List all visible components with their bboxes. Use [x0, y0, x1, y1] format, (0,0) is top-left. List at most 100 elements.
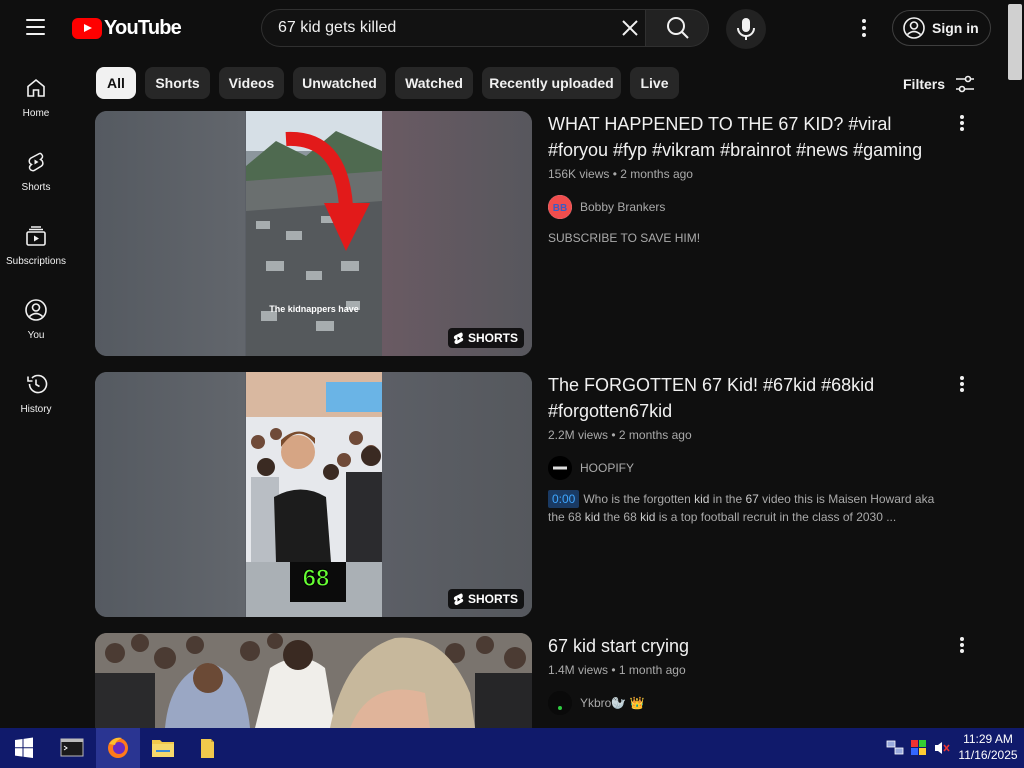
search-input[interactable]: [278, 10, 598, 46]
settings-more-button[interactable]: [852, 14, 876, 42]
clock-time: 11:29 AM: [963, 732, 1013, 746]
video-info: The FORGOTTEN 67 Kid! #67kid #68kid #for…: [548, 372, 948, 526]
chip-live[interactable]: Live: [630, 67, 679, 99]
you-icon: [25, 299, 47, 321]
video-menu-button[interactable]: [950, 113, 974, 135]
search-button[interactable]: [645, 9, 709, 47]
more-vert-icon: [960, 376, 964, 392]
sidebar-item-label: Home: [22, 108, 50, 119]
thumbnail-caption: The kidnappers have: [269, 304, 359, 314]
folder-icon: [152, 740, 174, 757]
display-icon[interactable]: [910, 739, 928, 757]
more-vert-icon: [862, 19, 866, 37]
channel-link[interactable]: BB Bobby Brankers: [548, 195, 948, 219]
video-title[interactable]: WHAT HAPPENED TO THE 67 KID? #viral #for…: [548, 111, 948, 163]
taskbar-clock[interactable]: 11:29 AM 11/16/2025: [958, 731, 1018, 763]
shorts-icon: [28, 152, 44, 172]
terminal-icon: [60, 738, 84, 757]
microphone-icon: [737, 18, 755, 40]
youtube-logo[interactable]: YouTube: [72, 16, 182, 40]
chip-all[interactable]: All: [96, 67, 136, 99]
sidebar-item-label: History: [20, 404, 52, 415]
history-icon: [27, 374, 48, 394]
thumbnail-image: 68: [246, 372, 382, 617]
taskbar-notes[interactable]: [185, 728, 229, 768]
sign-in-label: Sign in: [932, 20, 979, 36]
more-vert-icon: [960, 115, 964, 131]
video-menu-button[interactable]: [950, 635, 974, 657]
windows-taskbar: 11:29 AM 11/16/2025: [0, 728, 1024, 768]
logo-text: YouTube: [104, 16, 182, 39]
windows-logo-icon: [15, 737, 33, 758]
filters-label: Filters: [903, 76, 946, 92]
guide-menu-button[interactable]: [18, 14, 54, 42]
account-circle-icon: [903, 17, 925, 39]
shorts-badge: SHORTS: [447, 328, 524, 348]
shorts-badge: SHORTS: [447, 589, 524, 609]
channel-name: Bobby Brankers: [580, 200, 666, 214]
video-thumbnail[interactable]: 68 SHORTS: [95, 372, 532, 617]
taskbar-terminal[interactable]: [50, 728, 94, 768]
sidebar-item-history[interactable]: History: [4, 352, 68, 424]
channel-link[interactable]: HOOPIFY: [548, 456, 948, 480]
scrollbar-thumb[interactable]: [1008, 4, 1022, 80]
sidebar-item-home[interactable]: Home: [4, 56, 68, 128]
volume-muted-icon[interactable]: [933, 740, 951, 756]
video-title[interactable]: The FORGOTTEN 67 Kid! #67kid #68kid #for…: [548, 372, 948, 424]
sign-in-button[interactable]: Sign in: [892, 10, 991, 46]
view-count: 2.2M views: [548, 428, 609, 442]
firefox-icon: [108, 737, 128, 758]
view-count: 156K views: [548, 167, 610, 181]
youtube-play-icon: [72, 17, 102, 39]
network-icon[interactable]: [886, 740, 904, 756]
video-metadata: 2.2M views • 2 months ago: [548, 428, 692, 442]
badge-label: SHORTS: [467, 592, 518, 606]
thumbnail-caption: 68: [303, 565, 330, 592]
sidebar-item-shorts[interactable]: Shorts: [4, 130, 68, 202]
video-description: SUBSCRIBE TO SAVE HIM!: [548, 231, 701, 245]
video-metadata: 156K views • 2 months ago: [548, 167, 693, 181]
clear-search-button[interactable]: [615, 13, 645, 43]
video-title[interactable]: 67 kid start crying: [548, 633, 948, 659]
sidebar-item-subscriptions[interactable]: Subscriptions: [4, 204, 68, 276]
video-thumbnail[interactable]: The kidnappers have SHORTS: [95, 111, 532, 356]
svg-text:BB: BB: [553, 203, 567, 214]
video-description: 0:00 Who is the forgotten kid in the 67 v…: [548, 490, 935, 524]
sidebar-item-label: You: [27, 330, 45, 341]
chip-videos[interactable]: Videos: [219, 67, 284, 99]
search-icon: [667, 17, 689, 39]
note-icon: [201, 739, 214, 758]
thumbnail-image: The kidnappers have: [246, 111, 382, 356]
upload-age: 2 months ago: [618, 428, 692, 442]
hamburger-icon: [26, 19, 45, 21]
video-thumbnail[interactable]: [95, 633, 532, 728]
subscriptions-icon: [26, 226, 46, 246]
filters-button[interactable]: Filters: [903, 70, 977, 98]
channel-name: HOOPIFY: [580, 461, 635, 475]
taskbar-file-explorer[interactable]: [141, 728, 185, 768]
video-info: WHAT HAPPENED TO THE 67 KID? #viral #for…: [548, 111, 948, 247]
channel-link[interactable]: Ykbro🦭 👑: [548, 691, 948, 715]
sidebar-item-label: Shorts: [21, 182, 51, 193]
video-menu-button[interactable]: [950, 374, 974, 396]
more-vert-icon: [960, 637, 964, 653]
page-scrollbar[interactable]: [1008, 0, 1024, 728]
chip-shorts[interactable]: Shorts: [145, 67, 210, 99]
shorts-icon: [453, 331, 464, 344]
chapter-timestamp[interactable]: 0:00: [548, 490, 580, 508]
view-count: 1.4M views: [548, 663, 609, 677]
chip-recently-uploaded[interactable]: Recently uploaded: [482, 67, 621, 99]
sidebar-item-you[interactable]: You: [4, 278, 68, 350]
channel-avatar: [548, 691, 572, 715]
chip-unwatched[interactable]: Unwatched: [293, 67, 386, 99]
tune-icon: [956, 75, 975, 93]
start-button[interactable]: [2, 728, 46, 768]
voice-search-button[interactable]: [726, 9, 766, 49]
taskbar-firefox[interactable]: [96, 728, 140, 768]
sidebar-item-label: Subscriptions: [5, 256, 67, 267]
close-icon: [622, 20, 638, 36]
upload-age: 2 months ago: [620, 167, 693, 181]
search-box: [261, 9, 645, 47]
chip-watched[interactable]: Watched: [395, 67, 473, 99]
upload-age: 1 month ago: [618, 663, 686, 677]
